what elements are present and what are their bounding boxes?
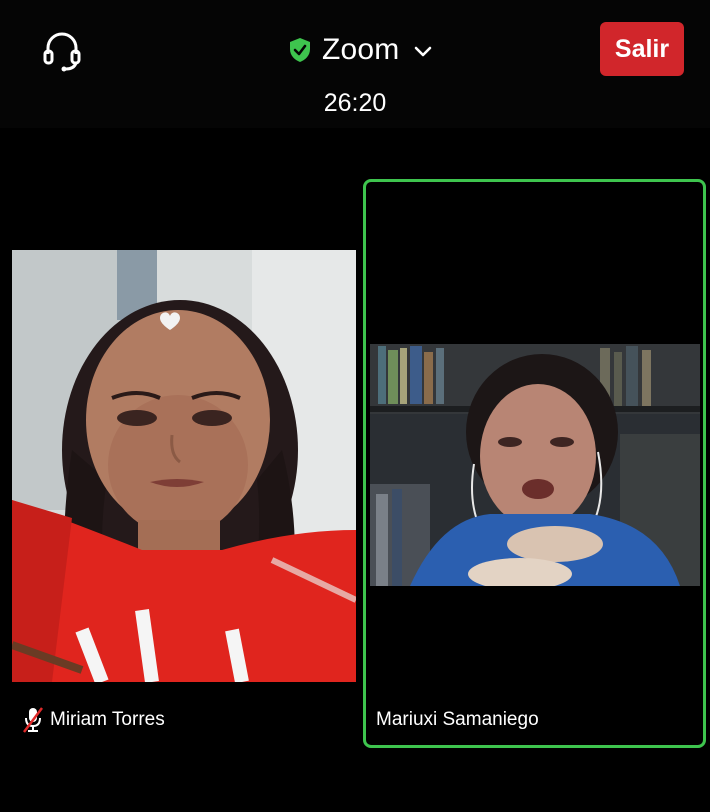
meeting-title: Zoom [322,33,400,66]
shield-check-icon [290,38,310,62]
participant-name: Mariuxi Samaniego [376,709,539,730]
leave-button[interactable]: Salir [600,22,684,76]
participant-video-feed [12,250,356,682]
chevron-down-icon [414,46,431,57]
participant-video-tile[interactable] [12,250,356,682]
participant-video [370,344,700,586]
meeting-timer: 26:20 [323,89,387,117]
meeting-top-bar: Zoom 26:20 Salir [0,0,710,128]
mic-muted-icon [23,707,43,733]
participant-video-feed [370,344,700,586]
participant-name-label: Mariuxi Samaniego [376,705,539,735]
active-speaker-tile[interactable] [363,179,706,748]
meeting-title-dropdown[interactable]: Zoom [288,30,432,70]
participant-name: Miriam Torres [50,709,165,730]
participant-name-label: Miriam Torres [22,705,165,735]
headset-icon[interactable] [42,28,82,72]
